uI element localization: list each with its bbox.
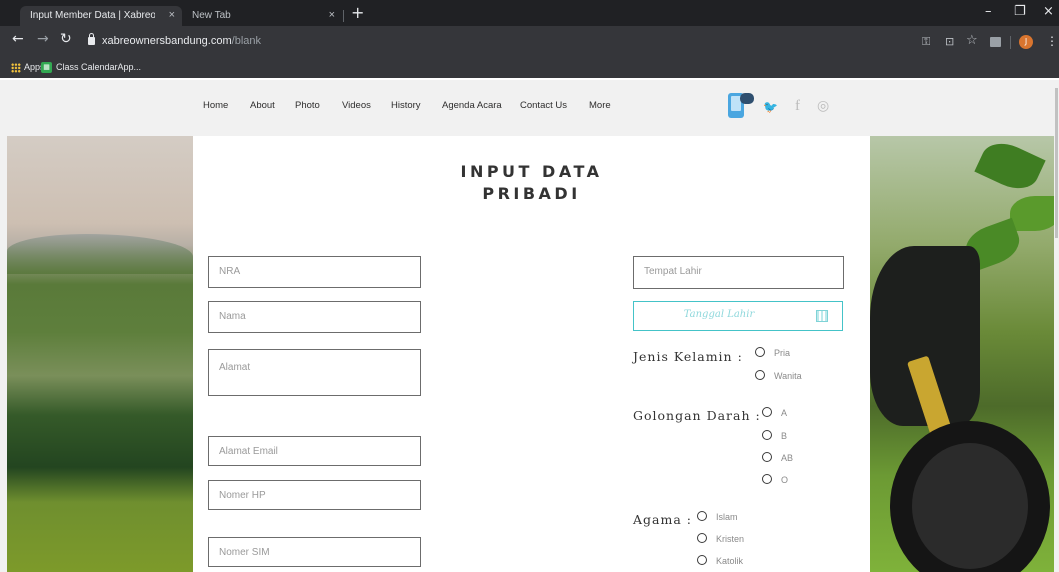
back-icon[interactable]: ←	[12, 31, 24, 47]
radio-circle-icon	[697, 555, 707, 565]
radio-b[interactable]: B	[762, 430, 787, 441]
nav-contact-us[interactable]: Contact Us	[520, 100, 567, 111]
url-path: /blank	[231, 35, 261, 47]
reload-icon[interactable]: ↻	[60, 31, 72, 47]
nomer-sim-input[interactable]: Nomer SIM	[208, 537, 421, 567]
nav-more[interactable]: More	[589, 100, 611, 111]
radio-circle-icon	[697, 533, 707, 543]
radio-circle-icon	[762, 407, 772, 417]
leaf-shape	[1010, 196, 1055, 231]
radio-kristen[interactable]: Kristen	[697, 533, 744, 544]
bookmark-star-icon[interactable]: ☆	[966, 33, 978, 48]
tanggal-lahir-placeholder: Tanggal Lahir	[683, 309, 755, 320]
nav-photo[interactable]: Photo	[295, 100, 320, 111]
bookmark-class-calendar[interactable]: Class CalendarApp...	[56, 62, 141, 72]
radio-katolik[interactable]: Katolik	[697, 555, 743, 566]
radio-label: A	[781, 408, 788, 418]
nama-input[interactable]: Nama	[208, 301, 421, 333]
radio-label: Wanita	[774, 371, 802, 381]
new-tab-icon[interactable]: +	[351, 3, 364, 22]
page-title-line2: PRIBADI	[482, 184, 581, 203]
radio-label: Kristen	[716, 534, 745, 544]
alamat-textarea[interactable]: Alamat	[208, 349, 421, 396]
radio-circle-icon	[762, 430, 772, 440]
facebook-icon[interactable]: f	[795, 98, 800, 115]
scrollbar-thumb[interactable]	[1055, 88, 1058, 238]
jenis-kelamin-label: Jenis Kelamin :	[633, 349, 743, 364]
translate-icon[interactable]: ⊡	[945, 35, 954, 48]
menu-icon[interactable]: ⋮	[1046, 34, 1058, 48]
nav-videos[interactable]: Videos	[342, 100, 371, 111]
website: Home About Photo Videos History Agenda A…	[0, 80, 1059, 572]
toolbar-divider	[1010, 36, 1011, 49]
radio-label: Pria	[774, 348, 791, 358]
nav-history[interactable]: History	[391, 100, 421, 111]
calendar-app-icon[interactable]: ▦	[41, 62, 52, 73]
nav-about[interactable]: About	[250, 100, 275, 111]
radio-wanita[interactable]: Wanita	[755, 370, 802, 381]
radio-pria[interactable]: Pria	[755, 347, 790, 358]
minimize-icon[interactable]: –	[985, 4, 992, 19]
page-title: INPUT DATA PRIBADI	[193, 161, 870, 205]
landscape-photo-left	[7, 136, 193, 572]
radio-circle-icon	[762, 474, 772, 484]
motorcycle-wheel	[890, 421, 1050, 572]
nav-home[interactable]: Home	[203, 100, 228, 111]
close-tab-icon[interactable]: ×	[169, 9, 175, 21]
form-panel: INPUT DATA PRIBADI NRA Nama Alamat Alama…	[193, 136, 870, 572]
tanggal-lahir-datepicker[interactable]: Tanggal Lahir	[633, 301, 843, 331]
tab-title: Input Member Data | Xabreowne	[30, 10, 155, 21]
instagram-icon[interactable]: ◎	[817, 98, 829, 114]
extension-icon[interactable]	[990, 37, 1001, 47]
url-host: xabreownersbandung.com	[102, 35, 232, 47]
page-title-line1: INPUT DATA	[460, 162, 603, 181]
nomer-hp-input[interactable]: Nomer HP	[208, 480, 421, 510]
hill-shape	[7, 234, 193, 274]
radio-label: O	[781, 475, 789, 485]
radio-a[interactable]: A	[762, 407, 787, 418]
radio-circle-icon	[697, 511, 707, 521]
close-window-icon[interactable]: ×	[1043, 4, 1054, 19]
chat-bubble-icon	[740, 93, 754, 104]
key-icon[interactable]: ⚿	[922, 35, 930, 49]
browser-tab-strip: Input Member Data | Xabreowne × New Tab …	[0, 0, 1059, 26]
radio-circle-icon	[755, 370, 765, 380]
browser-toolbar: ← → ↻ xabreownersbandung.com/blank ⚿ ⊡ ☆…	[0, 26, 1059, 58]
twitter-icon[interactable]: 🐦	[763, 100, 778, 114]
radio-ab[interactable]: AB	[762, 452, 793, 463]
bookmarks-bar: Apps ▦ Class CalendarApp...	[0, 58, 1059, 78]
radio-o[interactable]: O	[762, 474, 788, 485]
radio-label: Katolik	[716, 556, 744, 566]
motorcycle-photo-right	[870, 136, 1055, 572]
radio-circle-icon	[762, 452, 772, 462]
forward-icon[interactable]: →	[37, 31, 49, 47]
apps-grid-icon[interactable]	[11, 63, 21, 73]
maximize-icon[interactable]: ❐	[1014, 4, 1026, 19]
golongan-darah-label: Golongan Darah :	[633, 408, 761, 423]
page-scrollbar[interactable]	[1054, 88, 1059, 572]
radio-islam[interactable]: Islam	[697, 511, 738, 522]
calendar-icon[interactable]	[816, 310, 828, 322]
tab-input-member-data[interactable]: Input Member Data | Xabreowne ×	[20, 6, 182, 26]
close-tab-icon[interactable]: ×	[329, 9, 335, 21]
tab-new-tab[interactable]: New Tab ×	[182, 6, 342, 26]
radio-circle-icon	[755, 347, 765, 357]
address-bar[interactable]: xabreownersbandung.com/blank	[82, 31, 1032, 53]
email-input[interactable]: Alamat Email	[208, 436, 421, 466]
nav-agenda-acara[interactable]: Agenda Acara	[442, 100, 502, 111]
site-header: Home About Photo Videos History Agenda A…	[0, 80, 1059, 134]
agama-label: Agama :	[633, 512, 692, 527]
tab-title: New Tab	[192, 10, 231, 21]
radio-label: Islam	[716, 512, 738, 522]
leaf-shape	[974, 136, 1046, 197]
tab-divider	[343, 10, 344, 22]
profile-avatar[interactable]: J	[1019, 35, 1033, 49]
nra-input[interactable]: NRA	[208, 256, 421, 288]
radio-label: B	[781, 431, 788, 441]
tempat-lahir-input[interactable]: Tempat Lahir	[633, 256, 844, 289]
radio-label: AB	[781, 453, 794, 463]
lock-icon	[88, 33, 95, 45]
